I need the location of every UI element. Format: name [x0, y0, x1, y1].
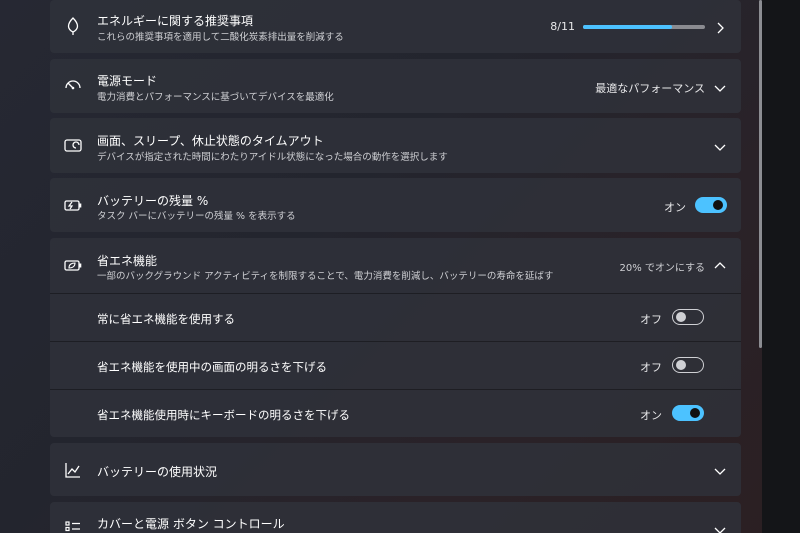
chevron-down-icon[interactable]: [713, 139, 727, 153]
chevron-right-icon[interactable]: [713, 20, 727, 34]
chevron-up-icon[interactable]: [713, 258, 727, 272]
battery-usage-card[interactable]: バッテリーの使用状況: [50, 443, 741, 496]
energy-saver-option-state-label: オフ: [640, 361, 662, 374]
chevron-down-icon[interactable]: [713, 80, 727, 94]
cover-power-button-card[interactable]: カバーと電源 ボタン コントロール: [50, 502, 741, 533]
recommendations-progress-fill: [583, 25, 672, 29]
power-mode-card[interactable]: 電源モード 電力消費とパフォーマンスに基づいてデバイスを最適化 最適なパフォーマ…: [50, 59, 741, 113]
recommendations-progress-bar: [583, 25, 705, 29]
toggle-knob: [676, 360, 686, 370]
energy-saver-option-label: 常に省エネ機能を使用する: [97, 312, 235, 326]
power-mode-title: 電源モード: [97, 74, 158, 88]
energy-saver-option-row[interactable]: 省エネ機能を使用中の画面の明るさを下げる オフ: [50, 342, 741, 389]
energy-recommendations-title: エネルギーに関する推奨事項: [97, 14, 254, 28]
energy-saver-option-state-label: オン: [640, 409, 662, 422]
energy-saver-option-row[interactable]: 常に省エネ機能を使用する オフ: [50, 294, 741, 341]
energy-saver-card[interactable]: 省エネ機能 一部のバックグラウンド アクティビティを制限することで、電力消費を削…: [50, 238, 741, 437]
settings-scroll-area[interactable]: エネルギーに関する推奨事項 これらの推奨事項を適用して二酸化炭素排出量を削減する…: [0, 0, 800, 533]
always-energy-saver-toggle[interactable]: [672, 309, 704, 325]
battery-usage-title: バッテリーの使用状況: [97, 465, 218, 479]
line-chart-icon: [62, 459, 84, 481]
chevron-down-icon[interactable]: [713, 522, 727, 533]
chevron-down-icon[interactable]: [713, 463, 727, 477]
toggle-knob: [690, 408, 700, 418]
power-mode-gauge-icon: [62, 75, 84, 97]
recommendations-progress-text: 8/11: [550, 20, 575, 33]
energy-saver-threshold-value[interactable]: 20% でオンにする: [619, 259, 705, 274]
energy-recommendations-description: これらの推奨事項を適用して二酸化炭素排出量を削減する: [97, 32, 344, 43]
energy-saver-option-label: 省エネ機能使用時にキーボードの明るさを下げる: [97, 408, 350, 422]
energy-saver-description: 一部のバックグラウンド アクティビティを制限することで、電力消費を削減し、バッテ…: [97, 271, 554, 282]
energy-saver-option-label: 省エネ機能を使用中の画面の明るさを下げる: [97, 360, 327, 374]
screen-sleep-title: 画面、スリープ、休止状態のタイムアウト: [97, 134, 324, 148]
battery-percentage-description: タスク バーにバッテリーの残量 % を表示する: [97, 211, 296, 222]
list-settings-icon: [62, 518, 84, 533]
energy-saver-title: 省エネ機能: [97, 254, 158, 268]
energy-saver-option-row[interactable]: 省エネ機能使用時にキーボードの明るさを下げる オン: [50, 390, 741, 437]
energy-saver-battery-icon: [62, 254, 84, 276]
screen-sleep-icon: [62, 135, 84, 157]
window-edge: [762, 0, 800, 533]
battery-percentage-title: バッテリーの残量 %: [97, 194, 209, 208]
battery-percentage-state-label: オン: [664, 201, 686, 214]
battery-percentage-toggle[interactable]: [695, 197, 727, 213]
toggle-knob: [713, 200, 723, 210]
energy-recommendations-card[interactable]: エネルギーに関する推奨事項 これらの推奨事項を適用して二酸化炭素排出量を削減する…: [50, 0, 741, 53]
battery-charging-icon: [62, 194, 84, 216]
energy-saver-option-state-label: オフ: [640, 313, 662, 326]
cover-power-button-title: カバーと電源 ボタン コントロール: [97, 517, 285, 531]
toggle-knob: [676, 312, 686, 322]
lower-screen-brightness-toggle[interactable]: [672, 357, 704, 373]
leaf-icon: [62, 15, 84, 37]
power-mode-description: 電力消費とパフォーマンスに基づいてデバイスを最適化: [97, 92, 334, 103]
screen-sleep-description: デバイスが指定された時間にわたりアイドル状態になった場合の動作を選択します: [97, 152, 448, 163]
battery-percentage-card[interactable]: バッテリーの残量 % タスク バーにバッテリーの残量 % を表示する オン: [50, 178, 741, 232]
screen-sleep-timeout-card[interactable]: 画面、スリープ、休止状態のタイムアウト デバイスが指定された時間にわたりアイドル…: [50, 118, 741, 173]
power-mode-select-value[interactable]: 最適なパフォーマンス: [595, 80, 705, 96]
lower-keyboard-brightness-toggle[interactable]: [672, 405, 704, 421]
energy-saver-header[interactable]: 省エネ機能 一部のバックグラウンド アクティビティを制限することで、電力消費を削…: [50, 238, 741, 293]
